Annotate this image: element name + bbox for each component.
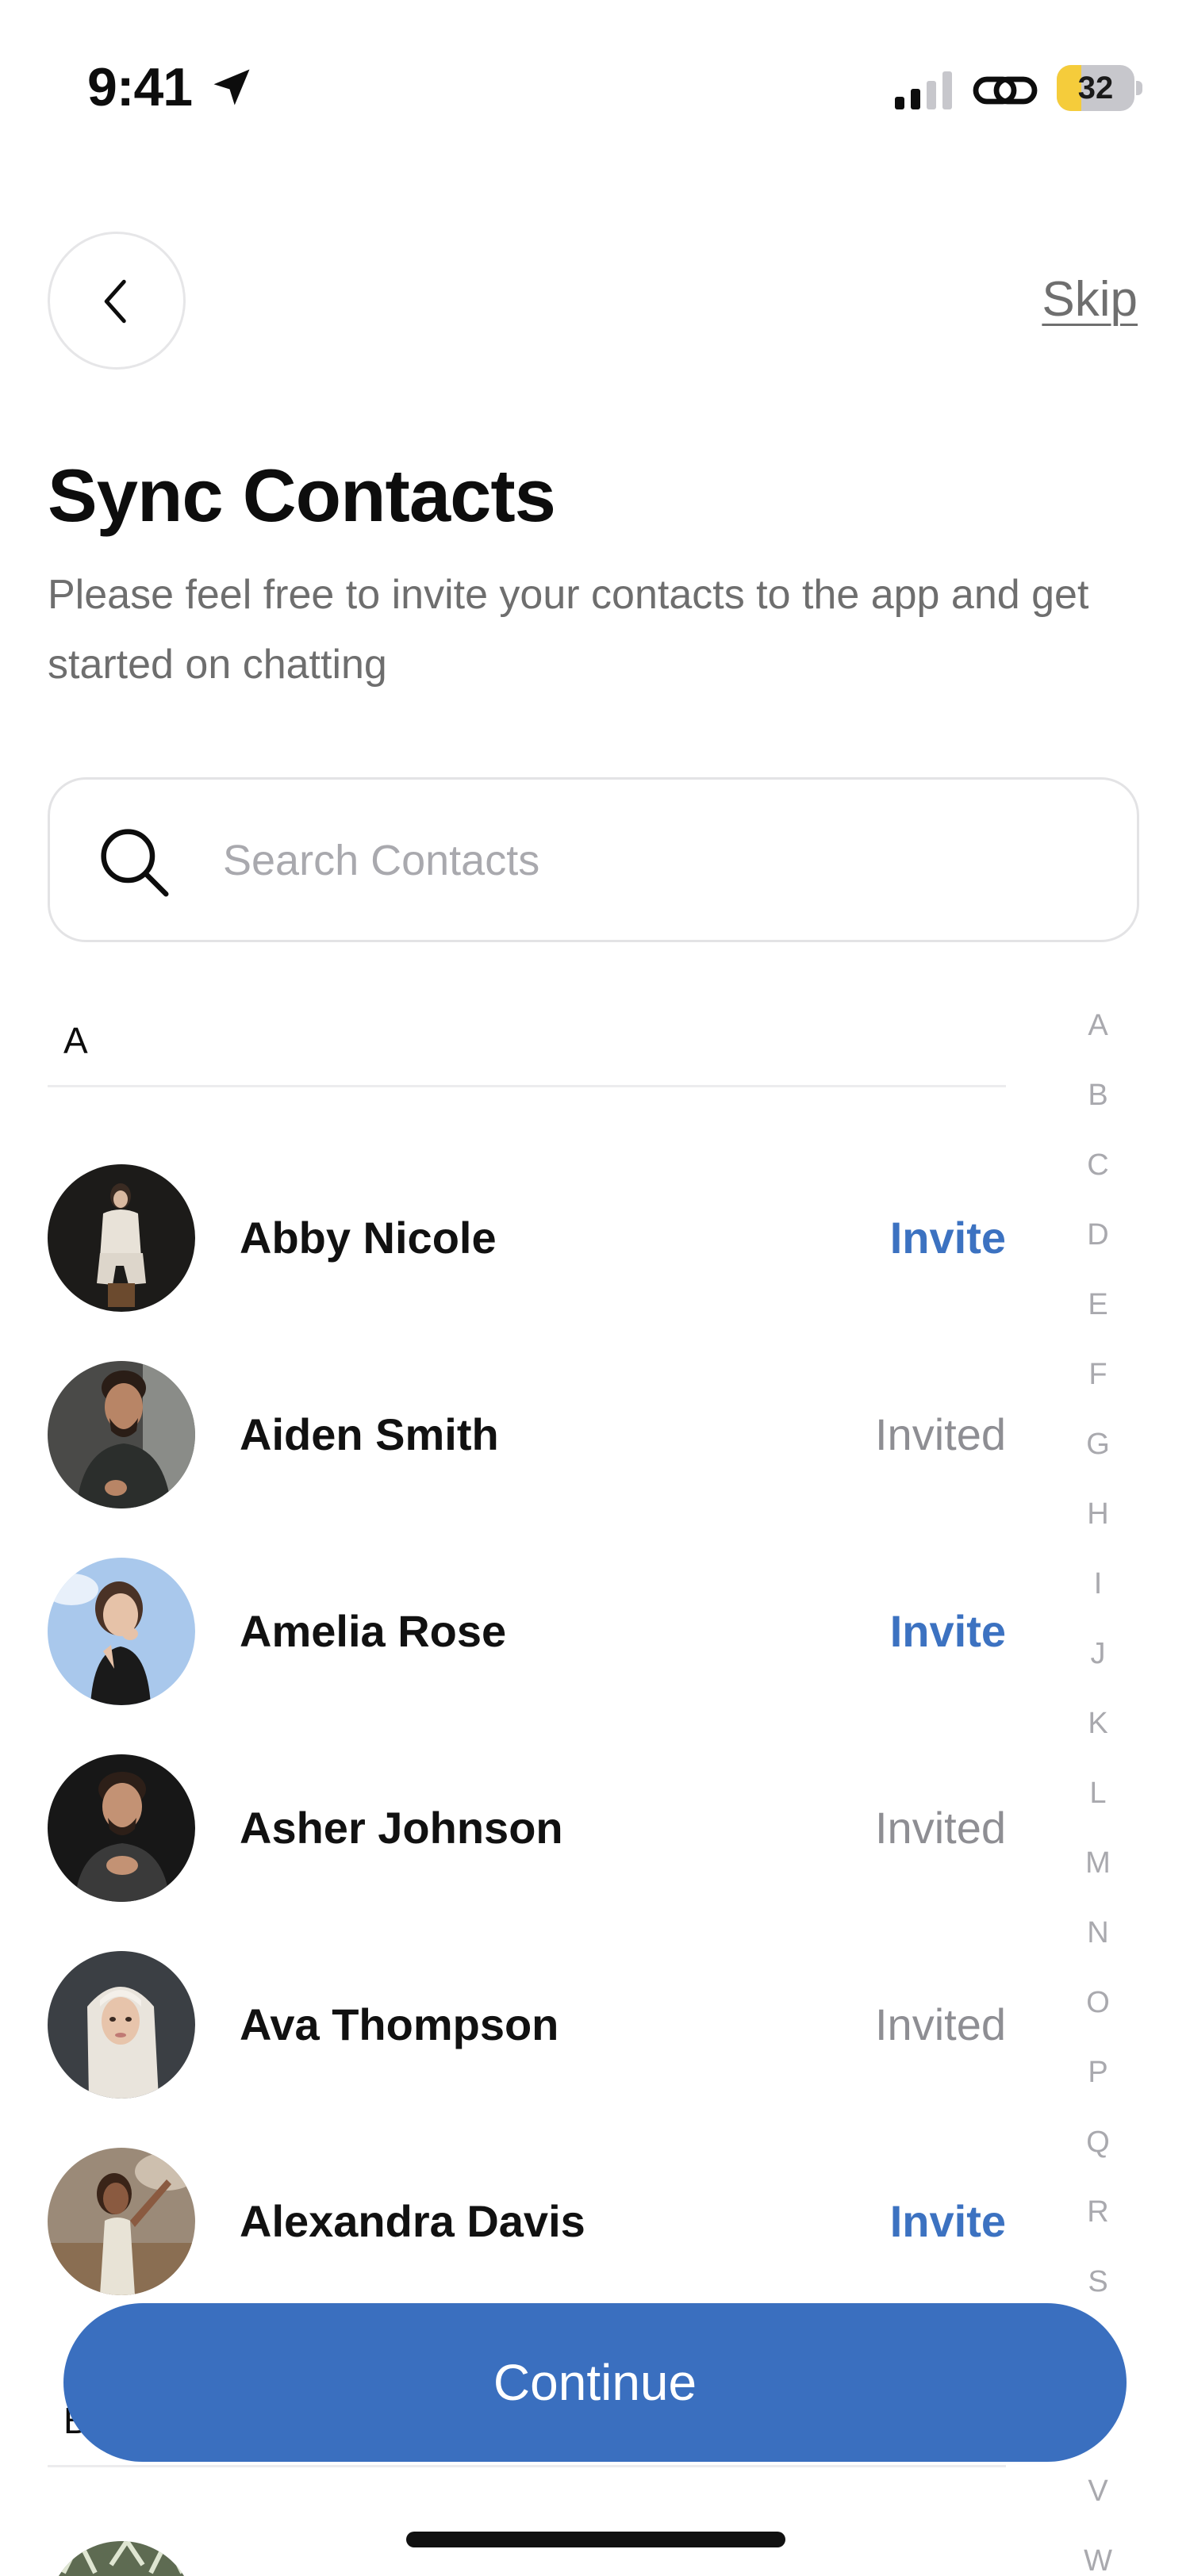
invited-status: Invited bbox=[875, 1999, 1006, 2049]
avatar bbox=[48, 1558, 195, 1705]
alphabet-index-letter[interactable]: F bbox=[1060, 1350, 1136, 1420]
avatar bbox=[48, 1951, 195, 2099]
avatar bbox=[48, 2541, 195, 2576]
section-divider bbox=[48, 1085, 1006, 1087]
contact-row[interactable]: Asher Johnson Invited bbox=[48, 1754, 1006, 1902]
invite-button[interactable]: Invite bbox=[890, 1210, 1006, 1266]
alphabet-index-letter[interactable]: O bbox=[1060, 1978, 1136, 2048]
section-divider bbox=[48, 2465, 1006, 2467]
status-time: 9:41 bbox=[87, 57, 193, 117]
page-subtitle: Please feel free to invite your contacts… bbox=[48, 572, 1089, 688]
skip-link[interactable]: Skip bbox=[1042, 271, 1138, 328]
invite-button[interactable]: Invite bbox=[890, 2194, 1006, 2249]
home-indicator bbox=[406, 2532, 785, 2547]
contact-row[interactable]: Ava Thompson Invited bbox=[48, 1951, 1006, 2099]
alphabet-index-letter[interactable]: G bbox=[1060, 1420, 1136, 1489]
alphabet-index-letter[interactable]: M bbox=[1060, 1838, 1136, 1908]
alphabet-index-letter[interactable]: Q bbox=[1060, 2118, 1136, 2187]
cellular-signal-icon bbox=[895, 71, 952, 109]
alphabet-index-letter[interactable]: L bbox=[1060, 1769, 1136, 1838]
contact-row[interactable]: Aiden Smith Invited bbox=[48, 1361, 1006, 1508]
alphabet-index-letter[interactable]: B bbox=[1060, 1071, 1136, 1140]
avatar bbox=[48, 1164, 195, 1312]
contact-name: Alexandra Davis bbox=[240, 2196, 585, 2246]
battery-icon: 32 bbox=[1057, 65, 1142, 111]
avatar bbox=[48, 1754, 195, 1902]
contact-name: Ava Thompson bbox=[240, 1999, 559, 2049]
chevron-left-icon bbox=[104, 279, 126, 324]
search-box[interactable] bbox=[48, 777, 1139, 942]
invite-button[interactable]: Invite bbox=[890, 1604, 1006, 1659]
alphabet-index-letter[interactable]: E bbox=[1060, 1280, 1136, 1350]
search-icon bbox=[101, 829, 169, 897]
contact-name: Amelia Rose bbox=[240, 1606, 507, 1656]
section-header-a: A bbox=[63, 1020, 88, 1061]
avatar bbox=[48, 2148, 195, 2295]
search-input[interactable] bbox=[223, 811, 1096, 910]
alphabet-index-letter[interactable]: V bbox=[1060, 2467, 1136, 2536]
alphabet-index-letter[interactable]: R bbox=[1060, 2187, 1136, 2257]
contact-name: Aiden Smith bbox=[240, 1409, 499, 1459]
alphabet-index-letter[interactable]: J bbox=[1060, 1629, 1136, 1699]
alphabet-index-letter[interactable]: D bbox=[1060, 1210, 1136, 1280]
back-button[interactable] bbox=[48, 232, 186, 370]
avatar bbox=[48, 1361, 195, 1508]
continue-button[interactable]: Continue bbox=[63, 2303, 1127, 2462]
battery-level: 32 bbox=[1077, 71, 1114, 105]
alphabet-index-letter[interactable]: W bbox=[1060, 2536, 1136, 2576]
contact-name: Abby Nicole bbox=[240, 1213, 497, 1263]
contact-row[interactable]: Abby Nicole Invite bbox=[48, 1164, 1006, 1312]
alphabet-index-letter[interactable]: P bbox=[1060, 2048, 1136, 2118]
alphabet-index-letter[interactable]: K bbox=[1060, 1699, 1136, 1769]
alphabet-index-letter[interactable]: I bbox=[1060, 1559, 1136, 1629]
invited-status: Invited bbox=[875, 1409, 1006, 1459]
invited-status: Invited bbox=[875, 1803, 1006, 1853]
alphabet-index-letter[interactable]: C bbox=[1060, 1140, 1136, 1210]
contact-name: Asher Johnson bbox=[240, 1803, 563, 1853]
alphabet-index-letter[interactable]: N bbox=[1060, 1908, 1136, 1978]
location-arrow-icon bbox=[213, 69, 250, 105]
contact-row[interactable]: Alexandra Davis Invite bbox=[48, 2148, 1006, 2295]
contact-row[interactable]: Amelia Rose Invite bbox=[48, 1558, 1006, 1705]
page-title: Sync Contacts bbox=[48, 454, 556, 537]
alphabet-index-letter[interactable]: A bbox=[1060, 1001, 1136, 1071]
personal-hotspot-icon bbox=[973, 76, 1038, 105]
alphabet-index-letter[interactable]: H bbox=[1060, 1489, 1136, 1559]
